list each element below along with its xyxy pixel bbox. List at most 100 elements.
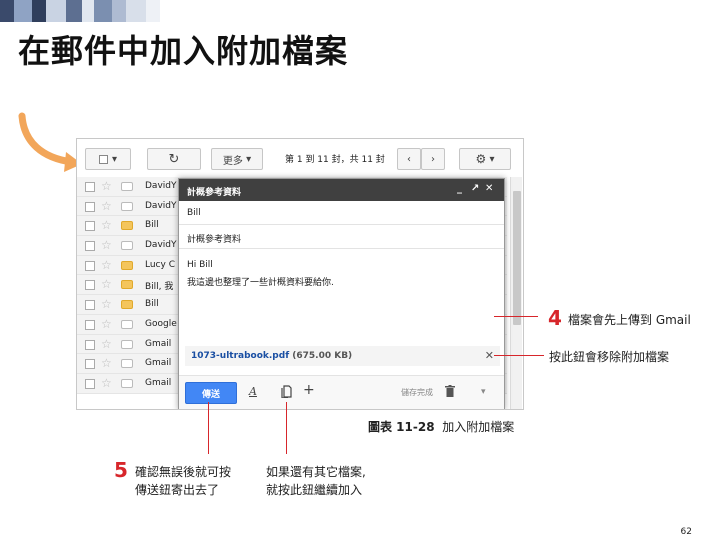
compose-window: 計概參考資料 _ ↗ ✕ Bill 計概參考資料 Hi Bill 我這邊也整理了… <box>178 178 505 409</box>
important-marker-icon[interactable] <box>121 280 133 290</box>
important-marker-icon[interactable] <box>121 378 133 388</box>
important-marker-icon[interactable] <box>121 339 133 349</box>
header-decoration <box>0 0 160 22</box>
next-page-button[interactable]: › <box>421 148 445 170</box>
attachment-name: 1073-ultrabook.pdf <box>191 351 290 361</box>
page-number: 62 <box>680 527 692 537</box>
important-marker-icon[interactable] <box>121 182 133 191</box>
row-sender: DavidY <box>145 181 177 191</box>
attachment-size: (675.00 KB) <box>292 351 353 361</box>
row-sender: Bill, 我 <box>145 282 174 293</box>
more-files-line1: 如果還有其它檔案, <box>266 465 366 479</box>
remove-callout-line <box>494 355 544 356</box>
attach-file-icon[interactable] <box>281 385 292 398</box>
star-icon[interactable]: ☆ <box>101 218 112 232</box>
star-icon[interactable]: ☆ <box>101 277 112 291</box>
scrollbar-thumb[interactable] <box>513 191 521 325</box>
more-label: 更多 <box>222 155 243 167</box>
star-icon[interactable]: ☆ <box>101 258 112 272</box>
slide-title: 在郵件中加入附加檔案 <box>18 32 349 70</box>
row-sender: Gmail <box>145 377 172 388</box>
figure-caption: 圖表 11-28 加入附加檔案 <box>368 418 514 435</box>
row-checkbox[interactable] <box>85 339 95 350</box>
more-files-line <box>286 402 287 454</box>
pager-text: 第 1 到 11 封，共 11 封 <box>285 155 385 165</box>
remove-callout-text: 按此鈕會移除附加檔案 <box>549 350 670 364</box>
important-marker-icon[interactable] <box>121 300 133 310</box>
row-sender: DavidY <box>145 200 177 211</box>
trash-icon[interactable] <box>445 385 455 397</box>
row-checkbox[interactable] <box>85 260 95 271</box>
row-checkbox[interactable] <box>85 201 95 212</box>
subject-field[interactable]: 計概參考資料 <box>179 225 504 249</box>
insert-more-icon[interactable]: + <box>303 382 315 398</box>
minimize-icon[interactable]: _ <box>457 183 462 194</box>
callout-5-number: 5 <box>114 458 128 482</box>
send-button[interactable]: 傳送 <box>185 382 237 404</box>
important-marker-icon[interactable] <box>121 201 133 211</box>
row-checkbox[interactable] <box>85 241 95 252</box>
refresh-icon: ↻ <box>168 151 180 167</box>
row-sender: Bill <box>145 220 159 231</box>
curved-arrow-icon <box>18 112 82 172</box>
row-sender: Google <box>145 318 177 329</box>
star-icon[interactable]: ☆ <box>101 337 112 351</box>
formatting-icon[interactable]: A <box>249 385 257 398</box>
message-body[interactable]: Hi Bill 我這邊也整理了一些計概資料要給你. <box>179 249 504 299</box>
row-checkbox[interactable] <box>85 359 95 370</box>
callout-4-number: 4 <box>548 306 562 330</box>
row-checkbox[interactable] <box>85 221 95 232</box>
callout-5-line <box>208 402 209 454</box>
caption-label: 圖表 11-28 <box>368 420 435 434</box>
scrollbar[interactable] <box>510 177 522 409</box>
select-all-button[interactable]: ▾ <box>85 148 131 170</box>
to-field[interactable]: Bill <box>179 201 504 225</box>
settings-button[interactable]: ⚙ ▾ <box>459 148 511 170</box>
gmail-toolbar: ▾ ↻ 更多 ▾ 第 1 到 11 封，共 11 封 ‹ › ⚙ ▾ <box>77 139 523 177</box>
more-options-icon[interactable]: ▾ <box>481 387 486 397</box>
attachment-chip[interactable]: 1073-ultrabook.pdf (675.00 KB) ✕ <box>185 346 500 366</box>
more-files-line2: 就按此鈕繼續加入 <box>266 483 363 497</box>
chevron-right-icon: › <box>431 153 435 165</box>
row-sender: Gmail <box>145 338 172 349</box>
important-marker-icon[interactable] <box>121 359 133 369</box>
important-marker-icon[interactable] <box>121 260 133 270</box>
saved-status: 儲存完成 <box>401 388 433 397</box>
row-checkbox[interactable] <box>85 182 95 192</box>
attachment-link[interactable]: 1073-ultrabook.pdf (675.00 KB) <box>191 351 352 361</box>
row-checkbox[interactable] <box>85 319 95 330</box>
important-marker-icon[interactable] <box>121 221 133 231</box>
important-marker-icon[interactable] <box>121 241 133 251</box>
star-icon[interactable]: ☆ <box>101 376 112 390</box>
row-checkbox[interactable] <box>85 300 95 311</box>
callout-5-line2: 傳送鈕寄出去了 <box>135 483 220 497</box>
more-button[interactable]: 更多 ▾ <box>211 148 263 170</box>
prev-page-button[interactable]: ‹ <box>397 148 421 170</box>
callout-4-text: 檔案會先上傳到 Gmail <box>568 313 691 327</box>
remove-attachment-icon[interactable]: ✕ <box>485 349 494 362</box>
caption-text: 加入附加檔案 <box>442 420 515 434</box>
row-sender: Lucy C <box>145 259 175 270</box>
star-icon[interactable]: ☆ <box>101 317 112 331</box>
star-icon[interactable]: ☆ <box>101 297 112 311</box>
refresh-button[interactable]: ↻ <box>147 148 201 170</box>
star-icon[interactable]: ☆ <box>101 199 112 213</box>
row-checkbox[interactable] <box>85 280 95 291</box>
star-icon[interactable]: ☆ <box>101 179 112 193</box>
row-sender: Gmail <box>145 358 172 369</box>
body-greeting: Hi Bill <box>187 260 213 270</box>
popout-icon[interactable]: ↗ <box>471 183 479 194</box>
star-icon[interactable]: ☆ <box>101 356 112 370</box>
gear-icon: ⚙ <box>475 152 487 166</box>
row-checkbox[interactable] <box>85 378 95 389</box>
callout-4-line <box>494 316 538 317</box>
chevron-left-icon: ‹ <box>407 153 411 165</box>
gmail-screenshot: ▾ ↻ 更多 ▾ 第 1 到 11 封，共 11 封 ‹ › ⚙ ▾ ☆ Davi… <box>76 138 524 410</box>
close-icon[interactable]: ✕ <box>485 183 493 194</box>
row-sender: Bill <box>145 299 159 310</box>
compose-header: 計概參考資料 _ ↗ ✕ <box>179 179 504 201</box>
star-icon[interactable]: ☆ <box>101 238 112 252</box>
callout-5-line1: 確認無誤後就可按 <box>135 465 232 479</box>
row-sender: DavidY <box>145 240 177 251</box>
important-marker-icon[interactable] <box>121 319 133 329</box>
